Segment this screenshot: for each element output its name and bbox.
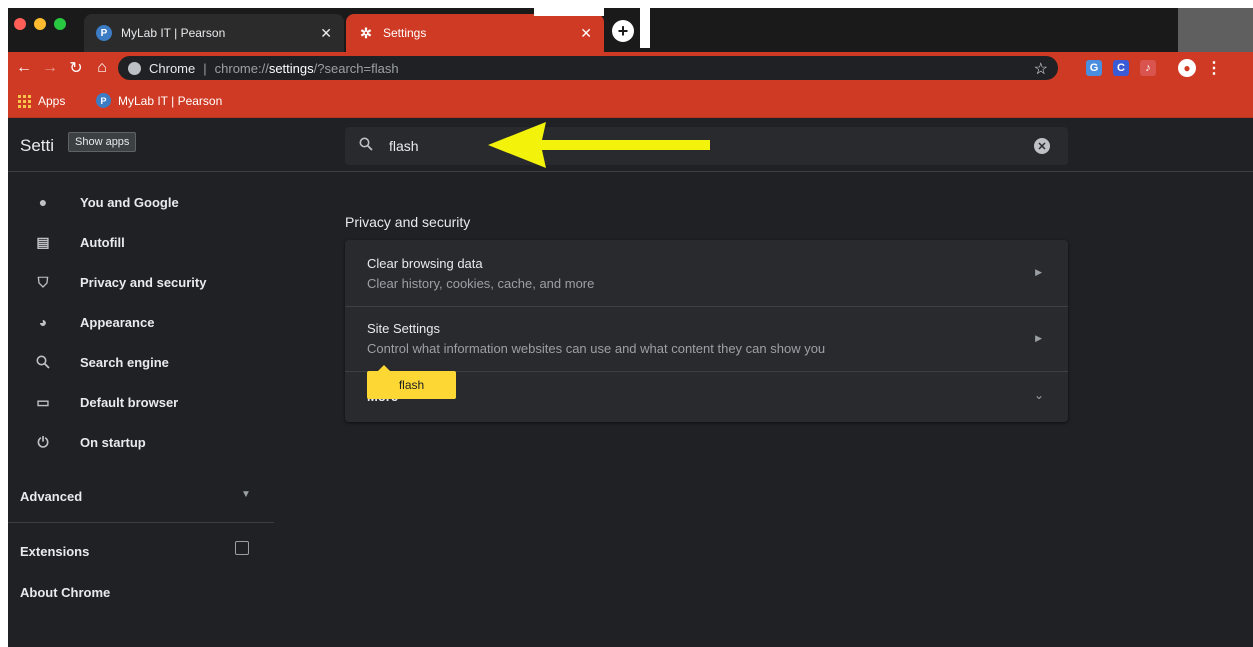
site-settings-row[interactable]: Site Settings Control what information w… [345, 306, 1068, 371]
gear-icon: ✲ [360, 24, 372, 41]
chip-separator: | [203, 60, 207, 76]
more-menu-icon[interactable]: ⋮ [1206, 58, 1222, 78]
back-button[interactable]: ← [14, 58, 34, 78]
sidebar-item-default-browser[interactable]: ▭ Default browser [8, 382, 274, 422]
clipboard-icon: ▤ [36, 233, 50, 250]
window-minimize-button[interactable] [34, 18, 46, 30]
browser-icon: ▭ [36, 393, 50, 410]
row-subtitle: Clear history, cookies, cache, and more [367, 276, 595, 291]
apps-bookmark[interactable]: Apps [38, 94, 65, 108]
sidebar-item-about-chrome[interactable]: About Chrome [20, 585, 110, 600]
url-text: chrome://settings/?search=flash [214, 60, 399, 76]
tab-title: Settings [383, 26, 427, 40]
sidebar-divider [8, 522, 274, 523]
row-title: Site Settings [367, 321, 440, 336]
window-close-button[interactable] [14, 18, 26, 30]
clear-search-icon[interactable]: ✕ [1034, 138, 1050, 154]
open-external-icon [235, 541, 249, 555]
tab-strip-spacer [1178, 8, 1253, 52]
search-highlight-bubble: flash [367, 365, 456, 399]
chevron-right-icon: ▶ [1035, 267, 1042, 277]
palette-icon: ◕ [38, 314, 48, 330]
overlay-white-bar [534, 8, 604, 16]
sidebar-item-label: On startup [80, 434, 146, 450]
security-chip: Chrome [149, 60, 196, 76]
reload-button[interactable]: ↻ [66, 58, 86, 78]
chrome-icon [128, 61, 141, 75]
close-tab-icon[interactable]: ✕ [320, 25, 332, 42]
sidebar-item-privacy[interactable]: ⛉ Privacy and security [8, 262, 274, 302]
sidebar-item-autofill[interactable]: ▤ Autofill [8, 222, 274, 262]
bookmark-star-icon[interactable]: ☆ [1034, 59, 1048, 79]
sidebar-item-label: Default browser [80, 394, 179, 410]
chevron-right-icon: ▶ [1035, 333, 1042, 343]
sidebar-advanced-toggle[interactable]: Advanced ▼ [8, 477, 274, 517]
tab-title: MyLab IT | Pearson [121, 26, 226, 40]
page-top-strip [0, 0, 1253, 8]
apps-grid-icon[interactable] [18, 95, 31, 108]
sidebar-item-you-and-google[interactable]: ● You and Google [8, 182, 274, 222]
row-subtitle: Control what information websites can us… [367, 341, 826, 356]
show-apps-tooltip: Show apps [68, 132, 137, 152]
bookmark-mylab[interactable]: MyLab IT | Pearson [118, 94, 222, 108]
sidebar-item-label: You and Google [80, 194, 179, 210]
home-button[interactable]: ⌂ [92, 58, 112, 78]
tab-settings[interactable]: ✲ Settings ✕ [346, 14, 604, 52]
sidebar-item-label: Appearance [80, 314, 155, 330]
power-icon: ⏻ [37, 433, 49, 450]
sidebar-item-appearance[interactable]: ◕ Appearance [8, 302, 274, 342]
annotation-arrow [488, 122, 710, 168]
toolbar: ← → ↻ ⌂ Chrome | chrome://settings/?sear… [8, 52, 1253, 84]
search-input[interactable]: flash [389, 138, 419, 154]
search-icon [36, 355, 50, 369]
chevron-down-icon: ⌄ [1033, 388, 1044, 402]
sidebar-item-search-engine[interactable]: Search engine [8, 342, 274, 382]
clear-browsing-data-row[interactable]: Clear browsing data Clear history, cooki… [345, 240, 1068, 306]
address-bar[interactable]: Chrome | chrome://settings/?search=flash… [118, 56, 1058, 80]
pearson-icon: P [96, 25, 112, 41]
translate-extension-icon[interactable]: G [1086, 60, 1102, 76]
close-tab-icon[interactable]: ✕ [580, 25, 592, 42]
c-extension-icon[interactable]: C [1113, 60, 1129, 76]
search-icon [359, 137, 373, 151]
sidebar-item-on-startup[interactable]: ⏻ On startup [8, 422, 274, 462]
new-tab-button[interactable]: + [612, 20, 634, 42]
shield-icon: ⛉ [37, 273, 49, 290]
advanced-label: Advanced [20, 489, 83, 504]
forward-button[interactable]: → [40, 58, 60, 78]
window-maximize-button[interactable] [54, 18, 66, 30]
sidebar-item-label: Privacy and security [80, 274, 207, 290]
overlay-white-bar [640, 8, 650, 48]
profile-avatar-icon[interactable]: ● [1178, 59, 1196, 77]
sidebar-item-label: Autofill [80, 234, 125, 250]
person-icon: ● [38, 194, 48, 210]
browser-window: P MyLab IT | Pearson ✕ ✲ Settings ✕ + ← … [8, 8, 1253, 647]
pearson-icon: P [96, 93, 111, 108]
extensions-label: Extensions [20, 544, 90, 559]
tab-mylab[interactable]: P MyLab IT | Pearson ✕ [84, 14, 344, 52]
music-extension-icon[interactable]: ♪ [1140, 60, 1156, 76]
sidebar-item-label: Search engine [80, 354, 169, 370]
section-title: Privacy and security [345, 214, 471, 230]
sidebar: ● You and Google ▤ Autofill ⛉ Privacy an… [8, 172, 274, 647]
chevron-down-icon: ▼ [241, 489, 251, 500]
bookmarks-bar: Apps P MyLab IT | Pearson [8, 84, 1253, 118]
row-title: Clear browsing data [367, 256, 483, 271]
page-title: Setti [20, 136, 55, 155]
tab-strip: P MyLab IT | Pearson ✕ ✲ Settings ✕ + [8, 8, 1253, 52]
settings-header: Setti Show apps flash ✕ [8, 118, 1253, 172]
sidebar-item-extensions[interactable]: Extensions [8, 537, 274, 567]
